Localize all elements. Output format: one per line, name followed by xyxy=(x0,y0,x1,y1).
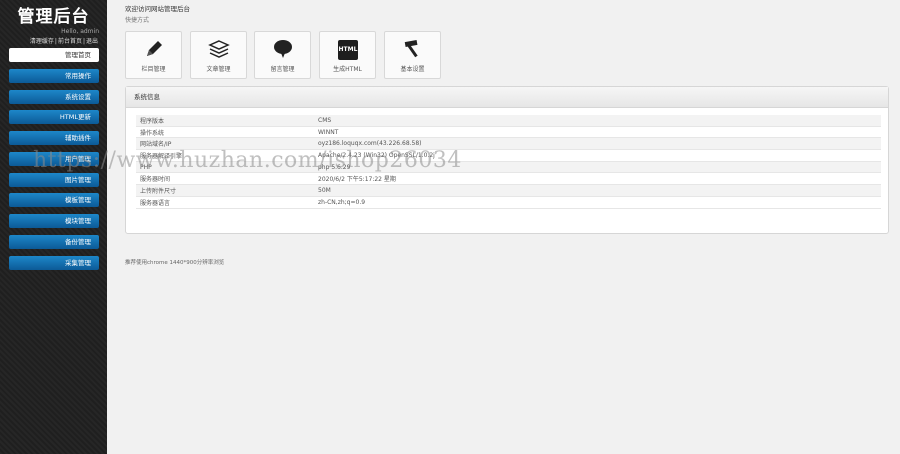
sidebar: 管理后台 Hello, admin 清理缓存|前台首页|退出 管理首页 常用操作… xyxy=(0,0,107,454)
greeting-text: Hello, admin xyxy=(61,28,99,35)
sidebar-item-settings[interactable]: 系统设置 xyxy=(9,90,99,104)
info-value: zh-CN,zh;q=0.9 xyxy=(314,196,881,209)
shortcut-label: 留言管理 xyxy=(270,66,295,73)
pencil-icon xyxy=(147,41,162,56)
welcome-text: 欢迎访问网站管理后台 xyxy=(125,5,190,13)
sidebar-title: 管理后台 xyxy=(17,7,90,27)
sidebar-item-backup[interactable]: 备份管理 xyxy=(9,235,99,249)
home-link[interactable]: 前台首页 xyxy=(57,38,83,45)
watermark-text: https://www.huzhan.com/ishop26034 xyxy=(33,148,462,173)
clear-cache-link[interactable]: 清理缓存 xyxy=(29,38,55,45)
table-row: 上传附件尺寸 50M xyxy=(136,184,881,197)
main-content: 欢迎访问网站管理后台 快捷方式 栏目管理 文章管理 留言管理 HTML 生成HT… xyxy=(107,0,900,454)
shortcut-label: 基本设置 xyxy=(400,66,425,73)
info-value: 2020/6/2 下午5:17:22 星期 xyxy=(314,172,881,186)
sidebar-item-html[interactable]: HTML更新 xyxy=(9,110,99,124)
shortcut-label: 文章管理 xyxy=(206,66,231,73)
sidebar-item-dashboard[interactable]: 管理首页 xyxy=(9,48,99,62)
info-key: 服务器时间 xyxy=(136,172,314,186)
shortcut-basic-settings[interactable]: 基本设置 xyxy=(384,31,441,79)
sidebar-item-plugins[interactable]: 辅助插件 xyxy=(9,131,99,145)
info-value: CMS xyxy=(314,115,881,127)
table-row: 服务器时间 2020/6/2 下午5:17:22 星期 xyxy=(136,172,881,186)
info-value: WINNT xyxy=(314,126,881,139)
stack-icon xyxy=(208,40,230,58)
shortcut-generate-html[interactable]: HTML 生成HTML xyxy=(319,31,376,79)
info-key: 服务器语言 xyxy=(136,196,314,209)
shortcut-label: 栏目管理 xyxy=(141,66,166,73)
chat-bubble-icon xyxy=(274,40,292,58)
sidebar-item-modules[interactable]: 模块管理 xyxy=(9,214,99,228)
sidebar-item-common[interactable]: 常用操作 xyxy=(9,69,99,83)
shortcut-label: 生成HTML xyxy=(333,66,362,73)
logout-link[interactable]: 退出 xyxy=(85,38,99,45)
table-row: 服务器语言 zh-CN,zh;q=0.9 xyxy=(136,196,881,209)
info-value: 50M xyxy=(314,184,881,197)
panel-title: 系统信息 xyxy=(126,87,888,108)
sidebar-item-templates[interactable]: 模板管理 xyxy=(9,193,99,207)
info-key: 程序版本 xyxy=(136,115,314,127)
footer-note: 推荐使用chrome 1440*900分辨率浏览 xyxy=(125,260,225,266)
sidebar-item-collect[interactable]: 采集管理 xyxy=(9,256,99,270)
hammer-icon xyxy=(404,39,418,58)
shortcut-message-manage[interactable]: 留言管理 xyxy=(254,31,311,79)
table-row: 操作系统 WINNT xyxy=(136,126,881,139)
shortcut-article-manage[interactable]: 文章管理 xyxy=(190,31,247,79)
table-row: 程序版本 CMS xyxy=(136,115,881,127)
shortcut-heading: 快捷方式 xyxy=(125,17,150,24)
shortcut-column-manage[interactable]: 栏目管理 xyxy=(125,31,182,79)
info-key: 上传附件尺寸 xyxy=(136,184,314,197)
sidebar-item-images[interactable]: 图片管理 xyxy=(9,173,99,187)
sidebar-links: 清理缓存|前台首页|退出 xyxy=(29,38,99,45)
info-key: 操作系统 xyxy=(136,126,314,139)
html-icon: HTML xyxy=(338,40,358,60)
